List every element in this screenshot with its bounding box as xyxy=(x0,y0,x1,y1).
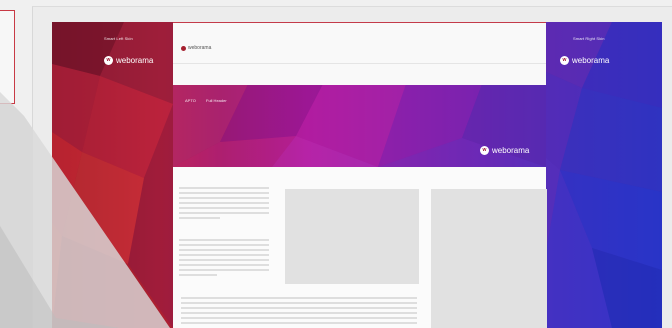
ad-preview-stage: Smart Left Skin Smart Right Skin w webor… xyxy=(0,0,672,328)
weborama-icon: w xyxy=(104,56,113,65)
header-link-full-header[interactable]: Full Header xyxy=(206,98,227,103)
banner-divider xyxy=(173,63,546,64)
brand-dot-icon xyxy=(181,45,186,51)
left-skin-label: Smart Left Skin xyxy=(104,36,133,41)
top-white-banner: weborama xyxy=(173,22,546,85)
website-mockup: Smart Left Skin Smart Right Skin w webor… xyxy=(52,22,662,328)
content-image-placeholder xyxy=(285,189,419,284)
center-logo-text: weborama xyxy=(492,145,530,155)
footer-text-lines xyxy=(181,297,417,327)
weborama-icon: w xyxy=(560,56,569,65)
top-logo-text: weborama xyxy=(188,45,212,51)
right-skin-label: Smart Right Skin xyxy=(573,36,605,41)
side-ad-placeholder xyxy=(431,189,547,328)
top-banner-logo: weborama xyxy=(181,45,211,51)
left-logo-text: weborama xyxy=(116,55,154,65)
page-content-area xyxy=(173,167,547,328)
right-logo-text: weborama xyxy=(572,55,610,65)
left-skin-logo: w weborama xyxy=(104,56,153,65)
right-skin-logo: w weborama xyxy=(560,56,609,65)
text-column-top xyxy=(179,187,269,222)
weborama-icon: w xyxy=(480,146,489,155)
center-header-logo: w weborama xyxy=(480,146,529,155)
left-accent-tab xyxy=(0,10,15,104)
header-link-apto[interactable]: APTO xyxy=(185,98,196,103)
text-column-bottom xyxy=(179,239,269,279)
